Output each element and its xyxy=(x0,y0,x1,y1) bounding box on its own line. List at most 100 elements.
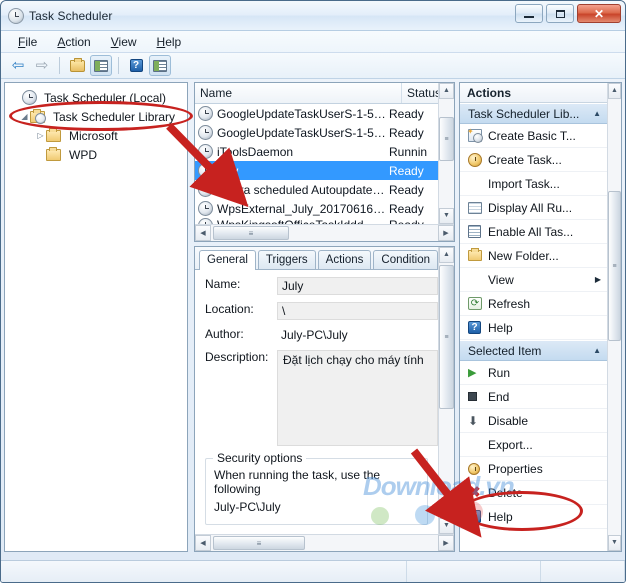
action-delete[interactable]: ✖ Delete xyxy=(460,481,607,505)
action-import-task[interactable]: Import Task... xyxy=(460,172,607,196)
scroll-up-button[interactable]: ▲ xyxy=(439,83,454,99)
scroll-left-button[interactable]: ◀ xyxy=(195,535,211,551)
tree-item-task-scheduler-library[interactable]: ◢ Task Scheduler Library xyxy=(9,107,187,126)
action-run[interactable]: ▶ Run xyxy=(460,361,607,385)
actions-group-selected-item[interactable]: Selected Item ▲ xyxy=(460,340,607,361)
action-properties[interactable]: Properties xyxy=(460,457,607,481)
help-icon: ? xyxy=(468,321,488,334)
actions-vertical-scrollbar[interactable]: ▲ ≡ ▼ xyxy=(607,83,621,551)
field-label-author: Author: xyxy=(205,327,244,341)
table-row[interactable]: GoogleUpdateTaskUserS-1-5-2... Ready xyxy=(195,123,438,142)
action-display-all-running-tasks[interactable]: Display All Ru... xyxy=(460,196,607,220)
show-hide-action-pane-button[interactable] xyxy=(149,55,171,76)
scroll-track[interactable]: ≡ xyxy=(211,535,438,551)
task-name: iToolsDaemon xyxy=(217,144,294,159)
table-row-selected[interactable]: July Ready xyxy=(195,161,438,180)
action-create-basic-task[interactable]: ✦ Create Basic T... xyxy=(460,124,607,148)
scroll-track[interactable]: ≡ xyxy=(439,99,454,208)
scroll-track[interactable]: ≡ xyxy=(211,225,438,241)
action-enable-all-tasks-history[interactable]: Enable All Tas... xyxy=(460,220,607,244)
menu-view[interactable]: View xyxy=(102,33,146,51)
main-body: Task Scheduler (Local) ◢ Task Scheduler … xyxy=(1,80,625,552)
tree-item-label: WPD xyxy=(69,147,97,162)
chevron-up-icon: ▲ xyxy=(593,346,601,355)
task-list-horizontal-scrollbar[interactable]: ◀ ≡ ▶ xyxy=(195,224,454,241)
table-row[interactable]: iToolsDaemon Runnin xyxy=(195,142,438,161)
scroll-up-button[interactable]: ▲ xyxy=(608,83,621,99)
scroll-thumb[interactable]: ≡ xyxy=(608,191,621,341)
task-status: Ready xyxy=(389,106,424,121)
task-name: Opera scheduled Autoupdate 1... xyxy=(217,182,386,197)
task-clock-icon xyxy=(198,144,213,159)
tree-item-task-scheduler-local[interactable]: Task Scheduler (Local) xyxy=(9,88,187,107)
action-new-folder[interactable]: New Folder... xyxy=(460,244,607,268)
help-button[interactable]: ? xyxy=(125,55,147,76)
table-row[interactable]: GoogleUpdateTaskUserS-1-5-2... Ready xyxy=(195,104,438,123)
tab-general[interactable]: General xyxy=(199,250,256,270)
action-label: Create Task... xyxy=(488,152,562,167)
scroll-thumb[interactable]: ≡ xyxy=(439,117,454,161)
tab-triggers[interactable]: Triggers xyxy=(257,250,316,269)
scroll-up-button[interactable]: ▲ xyxy=(439,247,454,263)
new-folder-icon xyxy=(468,248,488,261)
task-status: Ready xyxy=(389,182,424,197)
status-segment-tertiary xyxy=(541,561,625,582)
task-list-vertical-scrollbar[interactable]: ▲ ≡ ▼ xyxy=(438,83,454,224)
action-create-task[interactable]: Create Task... xyxy=(460,148,607,172)
twisty-icon[interactable]: ◢ xyxy=(19,112,30,121)
actions-group-title: Selected Item xyxy=(468,343,542,358)
menu-file[interactable]: File xyxy=(9,33,46,51)
action-disable[interactable]: ⬇ Disable xyxy=(460,409,607,433)
folder-icon xyxy=(46,146,61,161)
action-export[interactable]: Export... xyxy=(460,433,607,457)
scroll-right-button[interactable]: ▶ xyxy=(438,535,454,551)
action-view[interactable]: View ▶ xyxy=(460,268,607,292)
column-header-name[interactable]: Name xyxy=(195,83,402,103)
scroll-right-button[interactable]: ▶ xyxy=(438,225,454,241)
table-row[interactable]: Opera scheduled Autoupdate 1... Ready xyxy=(195,180,438,199)
tab-conditions[interactable]: Condition xyxy=(373,250,438,269)
chevron-right-icon: ▶ xyxy=(594,275,601,284)
actions-group-task-scheduler-library[interactable]: Task Scheduler Lib... ▲ xyxy=(460,103,607,124)
field-description-row: Description: Đặt lịch chạy cho máy tính xyxy=(195,343,438,446)
menu-bar: File Action View Help xyxy=(1,31,625,53)
tab-actions[interactable]: Actions xyxy=(317,250,372,269)
display-running-tasks-icon xyxy=(468,201,488,214)
scroll-down-button[interactable]: ▼ xyxy=(439,518,454,534)
back-button[interactable]: ⇦ xyxy=(7,55,29,76)
minimize-button[interactable] xyxy=(515,4,543,23)
action-label: Delete xyxy=(488,485,523,500)
show-hide-console-tree-button[interactable] xyxy=(90,55,112,76)
tree-item-microsoft[interactable]: ▷ Microsoft xyxy=(9,126,187,145)
scroll-track[interactable]: ≡ xyxy=(439,263,454,518)
scroll-thumb[interactable]: ≡ xyxy=(439,265,454,409)
tree-item-wpd[interactable]: WPD xyxy=(9,145,187,164)
scroll-down-button[interactable]: ▼ xyxy=(608,535,621,551)
scroll-down-button[interactable]: ▼ xyxy=(439,208,454,224)
action-end[interactable]: End xyxy=(460,385,607,409)
action-label: Help xyxy=(488,509,513,524)
maximize-button[interactable] xyxy=(546,4,574,23)
task-status: Ready xyxy=(389,125,424,140)
actions-pane-header: Actions xyxy=(460,83,621,103)
details-vertical-scrollbar[interactable]: ▲ ≡ ▼ xyxy=(438,247,454,534)
table-row[interactable]: WpsExternal_July_201706161221... Ready xyxy=(195,199,438,218)
up-one-level-button[interactable] xyxy=(66,55,88,76)
scroll-thumb[interactable]: ≡ xyxy=(213,226,289,240)
action-help-library[interactable]: ? Help xyxy=(460,316,607,340)
forward-button[interactable]: ⇨ xyxy=(31,55,53,76)
details-horizontal-scrollbar[interactable]: ◀ ≡ ▶ xyxy=(195,534,454,551)
action-refresh[interactable]: ⟳ Refresh xyxy=(460,292,607,316)
field-value-location: \ xyxy=(277,302,438,320)
menu-help[interactable]: Help xyxy=(148,33,191,51)
task-list-pane: Name Status GoogleUpdateTaskUserS-1-5-2.… xyxy=(194,82,455,242)
scroll-left-button[interactable]: ◀ xyxy=(195,225,211,241)
action-help-selected[interactable]: ? Help xyxy=(460,505,607,529)
close-button[interactable]: ✕ xyxy=(577,4,621,23)
scroll-thumb[interactable]: ≡ xyxy=(213,536,305,550)
scroll-track[interactable]: ≡ xyxy=(608,99,621,535)
twisty-icon[interactable]: ▷ xyxy=(35,131,46,140)
menu-help-rest: elp xyxy=(165,34,182,49)
security-options-line2: July-PC\July xyxy=(214,500,281,514)
menu-action[interactable]: Action xyxy=(48,33,99,51)
